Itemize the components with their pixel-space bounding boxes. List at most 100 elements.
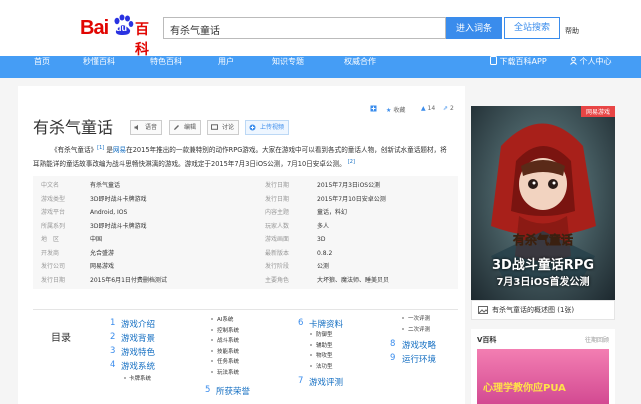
speaker-icon bbox=[134, 124, 138, 131]
info-value: 2015年6月1日付费删档测试 bbox=[90, 276, 167, 284]
bullet bbox=[211, 360, 213, 362]
search-input[interactable]: 有杀气童话 bbox=[163, 17, 446, 39]
info-value: 2015年7月10日安卓公测 bbox=[317, 195, 386, 203]
like-count: 14 bbox=[427, 105, 436, 112]
info-row: 游戏画面 3D bbox=[253, 234, 458, 246]
help-link[interactable]: 帮助 bbox=[565, 26, 579, 36]
logo-baike-text: 百科 bbox=[135, 22, 149, 58]
info-value: 公测 bbox=[317, 263, 330, 270]
toc-item-strategy[interactable]: 游戏攻略 bbox=[402, 339, 436, 351]
star-icon: ★ bbox=[386, 107, 392, 114]
share-button[interactable]: ⇗ 2 bbox=[443, 105, 454, 115]
toc-sub-item[interactable]: AI系统 bbox=[217, 315, 233, 323]
phone-icon bbox=[490, 56, 497, 65]
info-value: 3D即时战斗卡牌游戏 bbox=[90, 195, 147, 203]
nav-item-featured[interactable]: 特色百科 bbox=[150, 56, 182, 78]
info-value: 0.8.2 bbox=[317, 249, 333, 257]
toc-item-review[interactable]: 游戏评测 bbox=[309, 376, 343, 388]
share-icon: ⇗ bbox=[443, 105, 449, 112]
toc-item-intro[interactable]: 游戏介绍 bbox=[121, 318, 155, 330]
ad-subheadline: 7月3日iOS首发公测 bbox=[496, 277, 590, 288]
edit-label: 编辑 bbox=[184, 124, 197, 131]
toc-sub-item[interactable]: 防御型 bbox=[316, 330, 333, 338]
info-value: 3D即时战斗卡牌游戏 bbox=[90, 222, 147, 230]
toc-sub-item[interactable]: 技能系统 bbox=[217, 347, 239, 355]
v-baike-title: V百科 bbox=[477, 336, 497, 344]
toc-sub-item[interactable]: 辅助型 bbox=[316, 341, 333, 349]
info-label: 内容主题 bbox=[265, 209, 290, 216]
voice-label: 语音 bbox=[145, 124, 158, 131]
article-panel: ★ 收藏 ▲ 14 ⇗ 2 有杀气童话 语音 编辑 讨论 上传视频 《有杀气童话… bbox=[18, 86, 465, 404]
thumb-icon: ▲ bbox=[421, 105, 426, 112]
download-app-link[interactable]: 下载百科APP bbox=[490, 56, 547, 78]
info-label: 游戏平台 bbox=[41, 209, 66, 216]
download-app-label: 下载百科APP bbox=[499, 57, 547, 66]
info-label: 最新版本 bbox=[265, 249, 290, 257]
image-gallery-icon bbox=[478, 306, 488, 314]
toc-item-features[interactable]: 游戏特色 bbox=[121, 346, 155, 358]
toc-item-honors[interactable]: 所获荣誉 bbox=[216, 385, 250, 397]
user-center-link[interactable]: 个人中心 bbox=[570, 56, 612, 78]
netease-link[interactable]: 网易 bbox=[113, 146, 126, 154]
voice-button[interactable]: 语音 bbox=[130, 120, 163, 135]
toc-item-card-data[interactable]: 卡牌资料 bbox=[309, 318, 343, 330]
v-baike-panel: V百科 往期回顾 心理学教你应PUA bbox=[471, 329, 615, 404]
toc-sub-item[interactable]: 物攻型 bbox=[316, 351, 333, 359]
info-label: 开发商 bbox=[41, 249, 60, 257]
upload-video-label: 上传视频 bbox=[260, 124, 285, 131]
toc-sub-item[interactable]: 二次评测 bbox=[408, 325, 430, 333]
collect-button[interactable]: ★ 收藏 bbox=[386, 105, 405, 115]
toc-num: 8 bbox=[390, 339, 396, 349]
toc-item-environment[interactable]: 运行环境 bbox=[402, 353, 436, 365]
like-button[interactable]: ▲ 14 bbox=[421, 105, 435, 115]
toc-title: 目录 bbox=[51, 333, 71, 344]
netease-games-badge: 网易游戏 bbox=[580, 106, 615, 117]
info-label: 地 区 bbox=[41, 236, 60, 243]
nav-item-authority[interactable]: 权威合作 bbox=[344, 56, 376, 78]
bullet bbox=[310, 333, 312, 335]
past-review-link[interactable]: 往期回顾 bbox=[585, 335, 609, 344]
reference-2[interactable]: [2] bbox=[348, 159, 355, 165]
toc-sub-item[interactable]: 玩法系统 bbox=[217, 368, 239, 376]
intro-paragraph: 《有杀气童话》[1] 是网易在2015年推出的一款兼特别的动作RPG游戏。大家在… bbox=[33, 142, 453, 170]
overview-caption-link[interactable]: 有杀气童话的概述图 (1张) bbox=[471, 300, 615, 320]
toc-num: 9 bbox=[390, 353, 396, 363]
nav-item-users[interactable]: 用户 bbox=[218, 56, 234, 78]
bullet bbox=[211, 328, 213, 331]
overview-caption: 有杀气童话的概述图 (1张) bbox=[492, 306, 575, 314]
info-value: 有杀气童话 bbox=[90, 182, 121, 189]
info-value: 大坏狼、魔法师、睡美贝贝 bbox=[317, 276, 390, 284]
info-label: 发行日期 bbox=[41, 276, 66, 284]
intro-is: 是 bbox=[106, 146, 113, 155]
toc-item-systems[interactable]: 游戏系统 bbox=[121, 360, 155, 372]
ad-headline: 3D战斗童话RPG bbox=[491, 258, 595, 273]
discuss-button[interactable]: 讨论 bbox=[207, 120, 240, 135]
reference-1[interactable]: [1] bbox=[97, 145, 104, 151]
toc-item-background[interactable]: 游戏背景 bbox=[121, 332, 155, 344]
baidu-baike-logo[interactable]: Bai du 百科 bbox=[80, 14, 154, 58]
toc-sub-card-system[interactable]: 卡牌系统 bbox=[129, 374, 151, 382]
info-value: 多人 bbox=[317, 222, 330, 230]
toc-sub-item[interactable]: 法功型 bbox=[316, 362, 333, 370]
nav-item-topics[interactable]: 知识专题 bbox=[272, 56, 304, 78]
upload-video-button[interactable]: 上传视频 bbox=[245, 120, 290, 135]
toc-sub-item[interactable]: 战斗系统 bbox=[217, 336, 239, 344]
bullet bbox=[310, 354, 312, 356]
bullet bbox=[310, 364, 312, 367]
nav-item-home[interactable]: 首页 bbox=[34, 56, 50, 78]
site-search-button[interactable]: 全站搜索 bbox=[504, 17, 560, 39]
info-label: 所属系列 bbox=[41, 222, 66, 230]
toc-sub-item[interactable]: 任务系统 bbox=[217, 357, 239, 365]
toc-num: 4 bbox=[110, 360, 116, 370]
nav-item-miaodong[interactable]: 秒懂百科 bbox=[83, 56, 115, 78]
toc-sub-item[interactable]: 控制系统 bbox=[217, 326, 239, 334]
plus-icon[interactable] bbox=[370, 105, 377, 115]
toc-sub-item[interactable]: 一次评测 bbox=[408, 314, 430, 322]
v-baike-banner[interactable]: 心理学教你应PUA bbox=[477, 349, 609, 404]
edit-button[interactable]: 编辑 bbox=[169, 120, 202, 135]
info-label: 发行日期 bbox=[265, 182, 290, 189]
overview-image[interactable]: 有杀气童话 网易游戏 3D战斗童话RPG 7月3日iOS首发公测 bbox=[471, 106, 615, 320]
enter-entry-button[interactable]: 进入词条 bbox=[446, 17, 502, 39]
add-circle-icon bbox=[249, 124, 256, 131]
bullet bbox=[402, 327, 404, 330]
